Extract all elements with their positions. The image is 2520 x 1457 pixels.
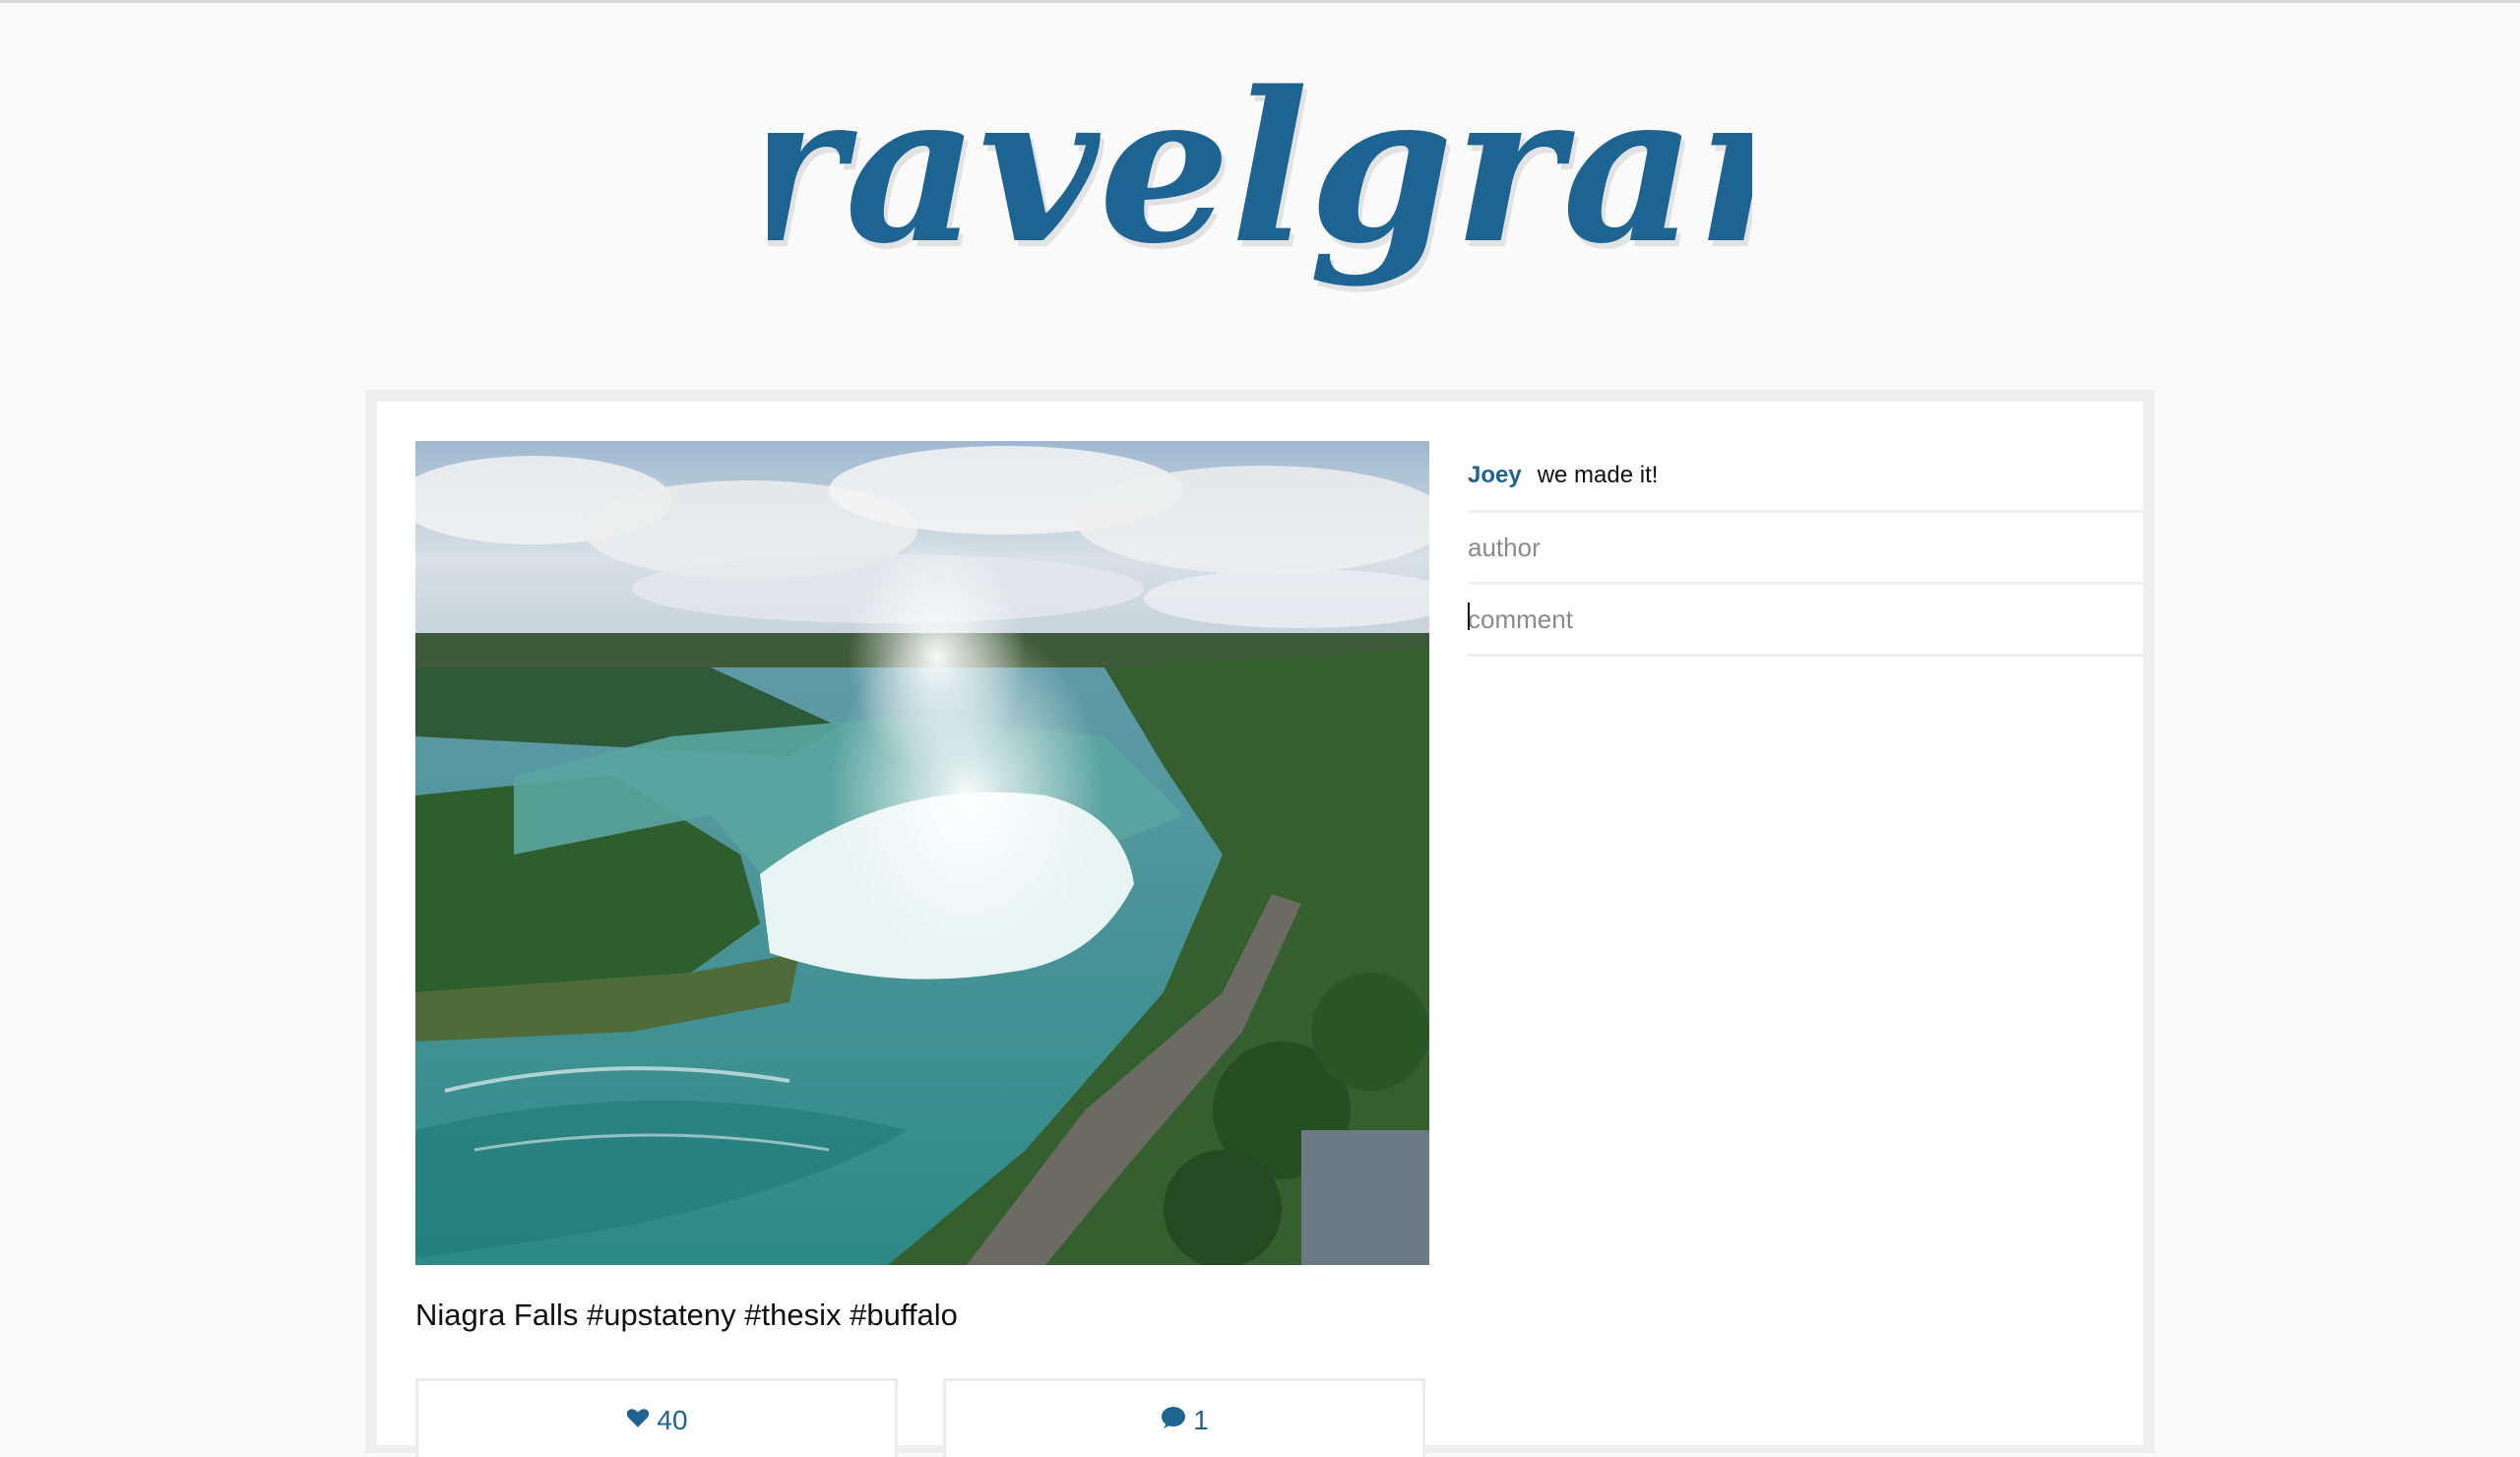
like-count: 40	[657, 1405, 688, 1435]
site-header: Travelgram Travelgram	[0, 39, 2520, 374]
text-cursor	[1468, 602, 1470, 630]
like-button[interactable]: 40	[415, 1378, 898, 1457]
comment-author[interactable]: Joey	[1468, 462, 1522, 489]
logo-text: Travelgram	[768, 46, 1752, 289]
comment-text: we made it!	[1537, 462, 1659, 488]
author-input[interactable]	[1468, 532, 2143, 563]
author-field[interactable]	[1468, 513, 2143, 585]
post-caption: Niagra Falls #upstateny #thesix #buffalo	[415, 1298, 958, 1332]
comment-count: 1	[1193, 1405, 1209, 1435]
speech-bubble-icon	[1160, 1405, 1187, 1430]
heart-icon	[625, 1405, 651, 1430]
comment-field[interactable]	[1468, 585, 2143, 657]
comments-button[interactable]: 1	[943, 1378, 1425, 1457]
comment-item: Joey we made it!	[1468, 441, 2143, 513]
comments-panel: Joey we made it!	[1468, 441, 2143, 657]
logo[interactable]: Travelgram Travelgram	[768, 39, 1752, 364]
top-border	[0, 0, 2520, 3]
niagara-falls-image	[415, 441, 1429, 1265]
comment-input[interactable]	[1468, 603, 2143, 635]
post-photo[interactable]	[415, 441, 1429, 1265]
